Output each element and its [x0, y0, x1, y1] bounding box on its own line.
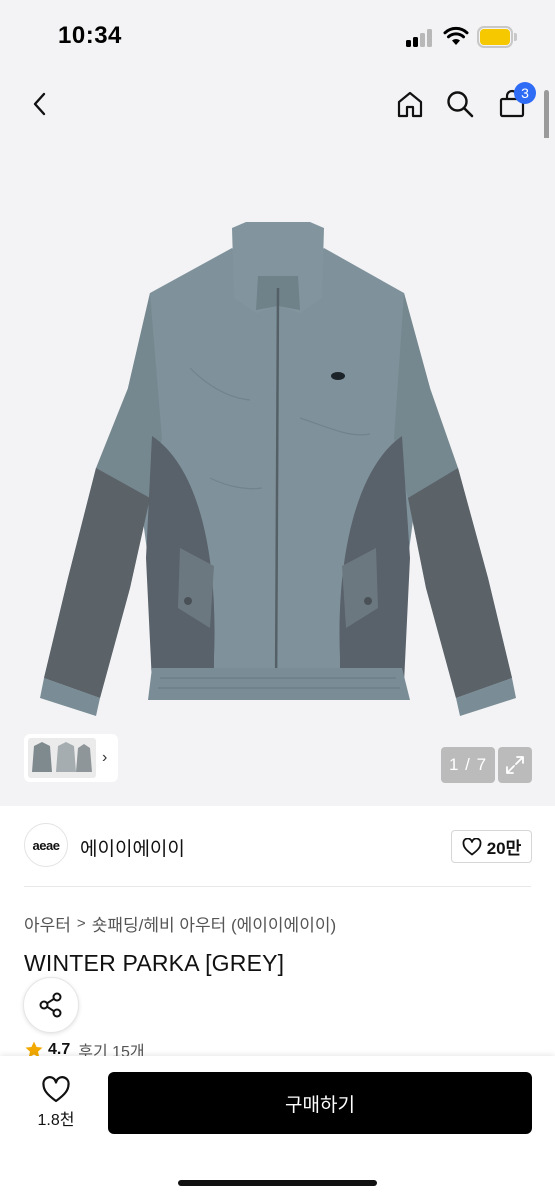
battery-icon: [477, 26, 517, 48]
heart-icon: [42, 1076, 70, 1103]
home-icon: [397, 91, 423, 118]
divider: [24, 886, 531, 887]
home-indicator: [178, 1180, 377, 1186]
buy-button[interactable]: 구매하기: [108, 1072, 532, 1134]
breadcrumb-separator: >: [76, 915, 86, 932]
chevron-right-icon[interactable]: ›: [102, 749, 107, 767]
product-image-gallery[interactable]: › 1 / 7: [0, 138, 555, 806]
wishlist-count: 1.8천: [37, 1112, 75, 1129]
brand-like-button[interactable]: 20만: [451, 830, 532, 863]
brand-row: aeae 에이이에이이 20만: [0, 806, 555, 886]
back-button[interactable]: [20, 84, 60, 124]
brand-like-count: 20만: [486, 839, 522, 858]
breadcrumb-subcategory[interactable]: 숏패딩/헤비 아우터 (에이이에이이): [92, 911, 336, 936]
thumbnail-strip[interactable]: ›: [24, 734, 118, 782]
cart-count-badge: 3: [514, 82, 536, 104]
wishlist-button[interactable]: 1.8천: [24, 1072, 88, 1134]
status-bar: 10:34: [0, 0, 555, 72]
share-button[interactable]: [23, 977, 79, 1033]
brand-logo[interactable]: aeae: [24, 823, 68, 867]
search-button[interactable]: [440, 84, 480, 124]
wifi-icon: [443, 26, 469, 46]
top-nav: 3: [0, 72, 555, 138]
status-time: 10:34: [58, 22, 122, 49]
home-button[interactable]: [390, 84, 430, 124]
brand-name[interactable]: 에이이에이이: [80, 834, 185, 861]
image-counter: 1 / 7: [441, 747, 495, 783]
chevron-left-icon: [33, 92, 46, 116]
cellular-signal-icon: [406, 29, 434, 47]
expand-button[interactable]: [498, 747, 532, 783]
breadcrumb: 아우터 > 숏패딩/헤비 아우터 (에이이에이이): [24, 911, 336, 936]
jacket-product-image: [40, 222, 516, 716]
expand-icon: [506, 756, 524, 774]
cart-button[interactable]: 3: [492, 82, 536, 124]
heart-icon: [462, 837, 482, 855]
search-icon: [447, 91, 474, 118]
share-icon: [39, 992, 62, 1018]
breadcrumb-category[interactable]: 아우터: [24, 911, 71, 936]
bottom-action-bar: 1.8천 구매하기: [0, 1056, 555, 1200]
thumbnail-image[interactable]: [28, 738, 96, 778]
product-title: WINTER PARKA [GREY]: [24, 950, 285, 976]
